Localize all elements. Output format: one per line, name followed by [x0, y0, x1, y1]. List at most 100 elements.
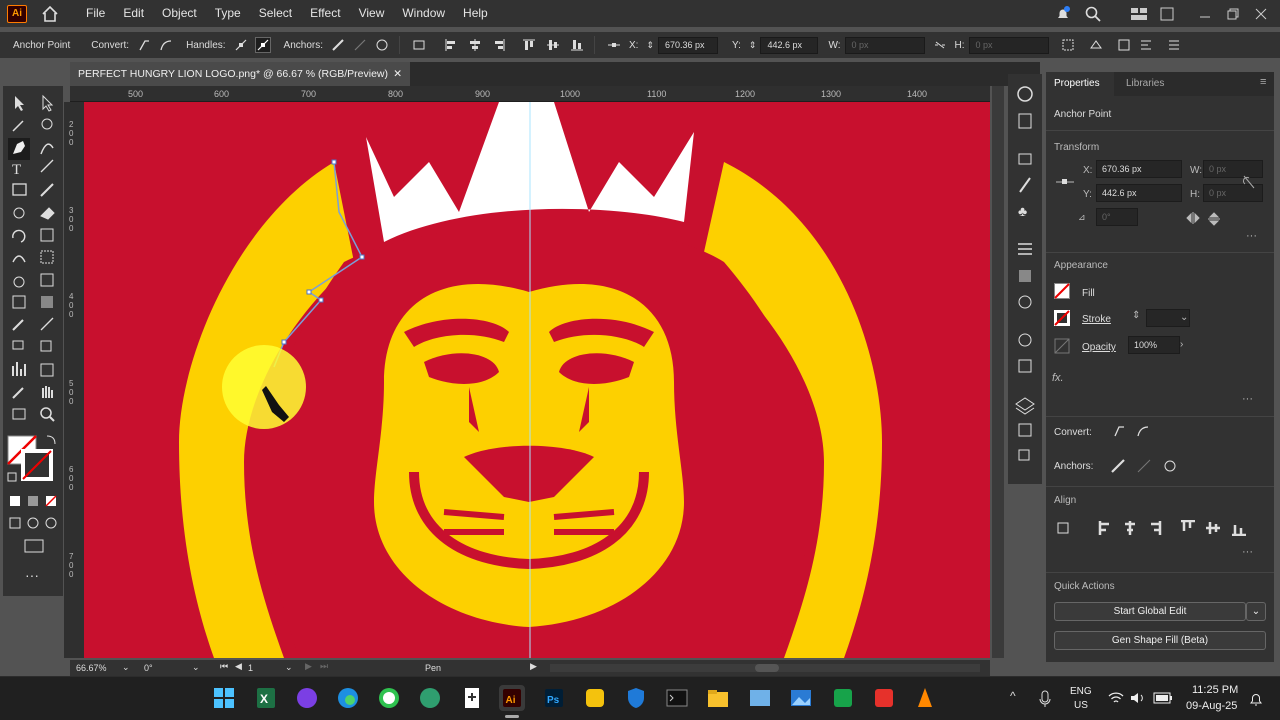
align-panel-icon[interactable]	[1139, 38, 1153, 52]
cut-path-icon[interactable]	[375, 38, 389, 52]
eraser-tool-icon[interactable]	[40, 207, 55, 220]
y-field[interactable]: 442.6 px	[1096, 184, 1182, 202]
bell-icon[interactable]	[1054, 5, 1072, 23]
x-field[interactable]: 670.36 px	[658, 36, 718, 54]
type-tool-icon[interactable]: T	[12, 162, 21, 178]
terminal-icon[interactable]	[664, 685, 690, 711]
menu-view[interactable]: View	[350, 0, 394, 27]
layers-panel-icon[interactable]	[1015, 397, 1035, 415]
rotation-dropdown-icon[interactable]: ⌄	[192, 662, 200, 673]
workspace-icon[interactable]	[1160, 7, 1174, 21]
stroke-panel-icon[interactable]	[1018, 243, 1032, 255]
vertical-scrollbar[interactable]	[992, 86, 1004, 658]
mesh-tool-icon[interactable]	[12, 295, 26, 309]
tab-properties[interactable]: Properties	[1046, 72, 1114, 96]
gradient-tool-icon[interactable]	[41, 296, 53, 308]
free-transform-tool-icon[interactable]	[40, 250, 54, 264]
constrain-link-icon[interactable]	[933, 38, 947, 52]
selection-tool-icon[interactable]	[15, 96, 24, 111]
reference-point-icon[interactable]	[607, 38, 621, 52]
global-edit-options-icon[interactable]: ⌄	[1246, 602, 1266, 621]
notepad-icon[interactable]	[459, 685, 485, 711]
remove-anchor-icon[interactable]	[331, 38, 345, 52]
align-right-icon[interactable]	[492, 38, 506, 52]
clock-date[interactable]: 09-Aug-25	[1186, 700, 1237, 712]
edge-dev-icon[interactable]	[417, 685, 443, 711]
scale-tool-icon[interactable]	[40, 228, 54, 242]
align-right-icon[interactable]	[1151, 521, 1162, 535]
scroll-thumb[interactable]	[755, 664, 779, 672]
menu-file[interactable]: File	[77, 0, 114, 27]
symbols-panel-icon[interactable]: ♣	[1018, 203, 1027, 219]
rotate-field[interactable]: 0°	[1096, 208, 1138, 226]
fill-swatch-icon[interactable]	[1054, 283, 1070, 299]
brushes-panel-icon[interactable]	[1019, 177, 1031, 193]
h-field[interactable]: 0 px	[968, 36, 1049, 54]
app-icon[interactable]	[830, 685, 856, 711]
menu-edit[interactable]: Edit	[114, 0, 153, 27]
photoshop-icon[interactable]: Ps	[541, 685, 567, 711]
menu-help[interactable]: Help	[454, 0, 497, 27]
microphone-icon[interactable]	[1038, 690, 1052, 708]
align-bottom-icon[interactable]	[570, 38, 584, 52]
app-icon[interactable]	[294, 685, 320, 711]
align-left-icon[interactable]	[444, 38, 458, 52]
align-h-center-icon[interactable]	[468, 38, 482, 52]
rotate-tool-icon[interactable]	[12, 229, 26, 243]
align-to-icon[interactable]	[1057, 522, 1069, 534]
align-left-icon[interactable]	[1098, 521, 1109, 535]
reference-point-icon[interactable]	[1056, 176, 1074, 188]
align-h-center-icon[interactable]	[1125, 521, 1135, 535]
edge-icon[interactable]	[335, 685, 361, 711]
symbol-sprayer-tool-icon[interactable]	[40, 340, 52, 352]
artboard-number[interactable]: 1	[248, 663, 253, 673]
status-menu-icon[interactable]: ▶	[530, 661, 537, 672]
battery-icon[interactable]	[1153, 692, 1173, 704]
draw-inside-icon[interactable]	[45, 517, 57, 529]
start-icon[interactable]	[211, 685, 237, 711]
swap-fill-stroke-icon[interactable]	[46, 435, 56, 445]
menu-select[interactable]: Select	[250, 0, 301, 27]
shaper-tool-icon[interactable]	[13, 207, 25, 219]
swatches-panel-icon[interactable]	[1018, 153, 1032, 165]
flip-horizontal-icon[interactable]	[1186, 212, 1200, 224]
last-artboard-icon[interactable]: ⏭	[320, 661, 328, 672]
hide-handles-icon[interactable]	[254, 37, 271, 53]
lasso-tool-icon[interactable]	[41, 118, 53, 130]
artboards-panel-icon[interactable]	[1018, 449, 1030, 461]
stroke-dropdown-icon[interactable]: ⌄	[1180, 312, 1188, 323]
next-artboard-icon[interactable]: ▶	[305, 661, 312, 672]
w-field[interactable]: 0 px	[844, 36, 925, 54]
app-icon[interactable]	[747, 685, 773, 711]
graphic-styles-panel-icon[interactable]	[1018, 359, 1032, 373]
screen-mode-icon[interactable]	[24, 539, 44, 553]
wifi-icon[interactable]	[1108, 691, 1124, 705]
align-v-center-icon[interactable]	[546, 38, 560, 52]
warp-tool-icon[interactable]	[12, 255, 26, 263]
zoom-level[interactable]: 66.67%	[76, 663, 107, 673]
document-panel-icon[interactable]	[1018, 113, 1032, 129]
maximize-icon[interactable]	[1226, 7, 1240, 21]
remove-anchor-icon[interactable]	[1110, 458, 1126, 474]
connect-anchor-icon[interactable]	[1136, 458, 1152, 474]
volume-icon[interactable]	[1130, 691, 1146, 705]
paintbrush-tool-icon[interactable]	[40, 183, 54, 197]
recolor-icon[interactable]	[1117, 38, 1131, 52]
excel-icon[interactable]: X	[253, 685, 279, 711]
opacity-arrow-icon[interactable]: ›	[1180, 339, 1183, 350]
align-top-icon[interactable]	[1181, 520, 1195, 531]
constrain-proportions-icon[interactable]	[1242, 174, 1256, 190]
appearance-panel-icon[interactable]	[1018, 333, 1032, 347]
close-icon[interactable]	[1254, 7, 1268, 21]
shape-builder-tool-icon[interactable]	[13, 276, 25, 288]
close-tab-icon[interactable]: ✕	[393, 62, 402, 86]
eyedropper-tool-icon[interactable]	[12, 319, 24, 331]
isolate-icon[interactable]	[1089, 38, 1103, 52]
arrange-documents-icon[interactable]	[1130, 7, 1148, 21]
notification-bell-icon[interactable]	[1249, 691, 1263, 707]
show-handles-icon[interactable]	[234, 38, 248, 52]
convert-smooth-icon[interactable]	[159, 38, 173, 52]
artboard-dropdown-icon[interactable]: ⌄	[285, 662, 293, 673]
rotation-value[interactable]: 0°	[144, 663, 153, 673]
measure-tool-icon[interactable]	[40, 317, 54, 331]
